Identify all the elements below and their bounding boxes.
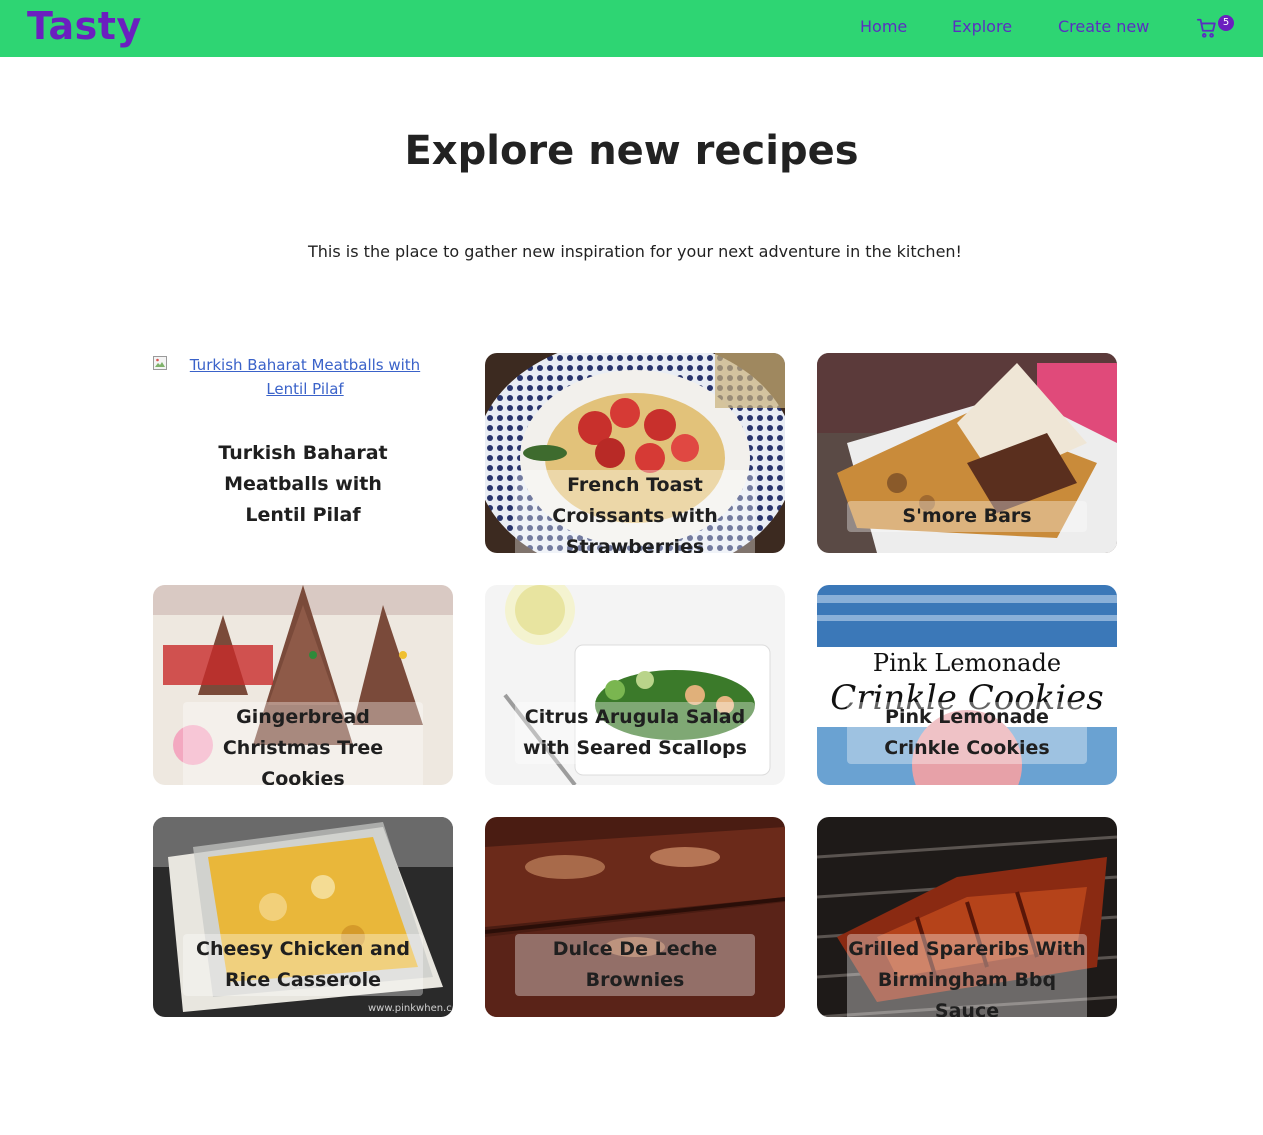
recipe-card-gingerbread-christmas-tree-cookies[interactable]: Gingerbread Christmas Tree Cookies: [153, 585, 453, 785]
recipe-card-cheesy-chicken-rice-casserole[interactable]: www.pinkwhen.com Cheesy Chicken and Rice…: [153, 817, 453, 1017]
recipe-card-title: French Toast Croissants with Strawberrie…: [515, 470, 755, 553]
recipe-card-french-toast-croissants[interactable]: French Toast Croissants with Strawberrie…: [485, 353, 785, 553]
recipe-card-title: Pink Lemonade Crinkle Cookies: [847, 702, 1087, 764]
recipe-card-turkish-baharat-meatballs[interactable]: Turkish Baharat Meatballs with Lentil Pi…: [153, 353, 453, 553]
recipe-card-citrus-arugula-salad[interactable]: Citrus Arugula Salad with Seared Scallop…: [485, 585, 785, 785]
page-subtitle: This is the place to gather new inspirat…: [308, 242, 962, 261]
cart-icon: [1196, 18, 1216, 38]
recipe-card-grilled-spareribs[interactable]: Grilled Spareribs With Birmingham Bbq Sa…: [817, 817, 1117, 1017]
nav-link-create-new[interactable]: Create new: [1058, 17, 1149, 36]
cart-button[interactable]: 5: [1196, 15, 1236, 43]
top-navbar: Tasty Home Explore Create new 5: [0, 0, 1263, 57]
recipe-card-smore-bars[interactable]: S'more Bars: [817, 353, 1117, 553]
recipe-card-title: Turkish Baharat Meatballs with Lentil Pi…: [218, 442, 388, 526]
recipe-card-title: S'more Bars: [847, 501, 1087, 532]
nav-link-explore[interactable]: Explore: [952, 17, 1012, 36]
recipe-card-title: Cheesy Chicken and Rice Casserole: [183, 934, 423, 996]
recipe-grid: Turkish Baharat Meatballs with Lentil Pi…: [153, 353, 1117, 1017]
recipe-card-title: Dulce De Leche Brownies: [515, 934, 755, 996]
recipe-photo-text-line-1: Pink Lemonade: [873, 649, 1061, 677]
recipe-card-title: Citrus Arugula Salad with Seared Scallop…: [515, 702, 755, 764]
nav-link-home[interactable]: Home: [860, 17, 907, 36]
recipe-photo-watermark: www.pinkwhen.com: [368, 1003, 453, 1014]
site-logo[interactable]: Tasty: [27, 4, 142, 48]
recipe-card-dulce-de-leche-brownies[interactable]: Dulce De Leche Brownies: [485, 817, 785, 1017]
cart-count-badge: 5: [1218, 15, 1234, 31]
recipe-card-title: Gingerbread Christmas Tree Cookies: [183, 702, 423, 785]
recipe-card-title: Grilled Spareribs With Birmingham Bbq Sa…: [847, 934, 1087, 1017]
recipe-image-alt-text[interactable]: Turkish Baharat Meatballs with Lentil Pi…: [153, 353, 453, 401]
recipe-card-pink-lemonade-crinkle-cookies[interactable]: Pink Lemonade Crinkle Cookies Pink Lemon…: [817, 585, 1117, 785]
page-title: Explore new recipes: [404, 128, 859, 174]
